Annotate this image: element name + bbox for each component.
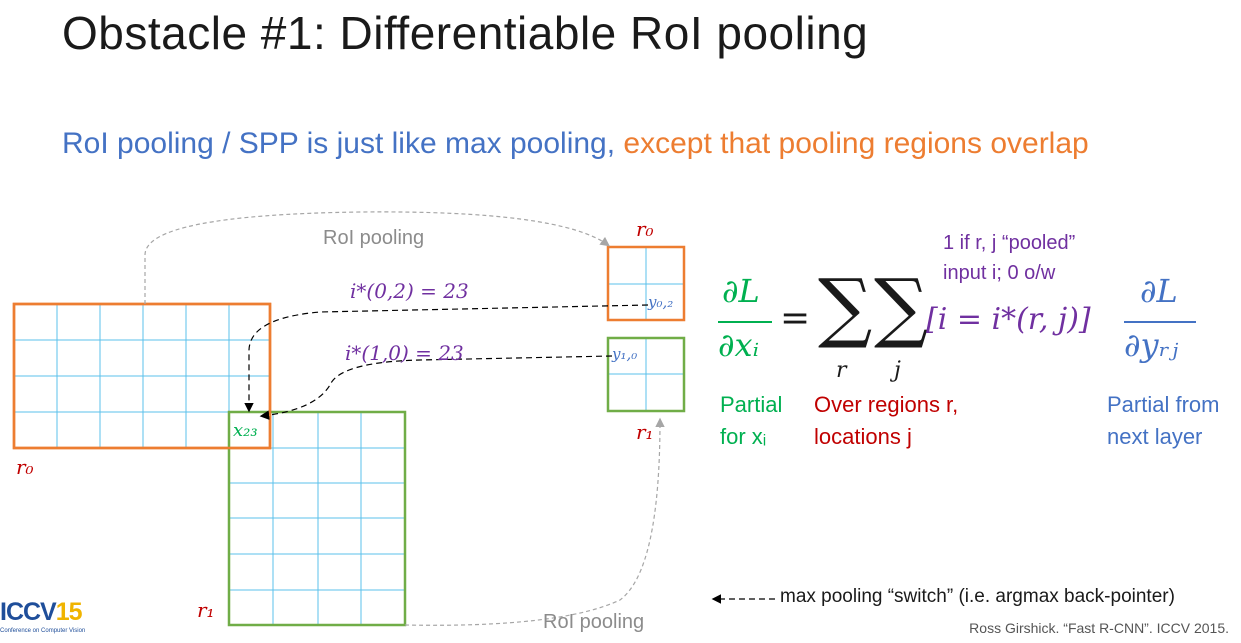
switch-arrow-10 <box>259 355 613 420</box>
logo-subtitle: Conference on Computer Vision <box>0 628 86 634</box>
lhs-numerator: ∂L <box>722 272 760 310</box>
switch-label-02: i*(0,2) = 23 <box>350 279 469 303</box>
caption-regions-line2: locations j <box>814 424 912 449</box>
switch-legend-text: max pooling “switch” (i.e. argmax back-p… <box>780 586 1175 607</box>
rhs-denominator: ∂yᵣⱼ <box>1124 326 1179 364</box>
rhs-numerator: ∂L <box>1140 272 1178 310</box>
r0-label-output: r₀ <box>636 217 654 241</box>
roi-pooling-label-bottom: RoI pooling <box>543 611 645 633</box>
sum-subscript-j: j <box>894 358 901 383</box>
r1-label-input: r₁ <box>197 598 215 622</box>
r0-label-input: r₀ <box>16 455 34 479</box>
caption-partial-line1: Partial <box>720 392 783 417</box>
citation: Ross Girshick. “Fast R-CNN”. ICCV 2015. <box>969 620 1229 636</box>
r1-label-output: r₁ <box>636 420 654 444</box>
logo-year: 15 <box>55 598 83 626</box>
equals-sign: = <box>780 298 811 339</box>
indicator-annotation-line1: 1 if r, j “pooled” <box>943 232 1076 254</box>
sum-r-symbol: ∑ <box>818 262 873 351</box>
y10-label: y₁,₀ <box>612 345 638 363</box>
indicator-annotation-line2: input i; 0 o/w <box>943 262 1056 284</box>
x23-label: x₂₃ <box>233 420 258 441</box>
caption-partial-line2: for xᵢ <box>720 424 767 449</box>
sum-j-symbol: ∑ <box>874 262 929 351</box>
roi-pooling-label-top: RoI pooling <box>323 227 425 249</box>
r0-input-grid <box>12 302 272 450</box>
iccv-logo: ICCV15 Conference on Computer Vision <box>0 598 85 643</box>
indicator-function: [i = i*(r, j)] <box>926 302 1091 337</box>
y02-label: y₀,₂ <box>648 293 674 311</box>
caption-regions-line1: Over regions r, <box>814 392 959 417</box>
switch-label-10: i*(1,0) = 23 <box>345 341 464 365</box>
sum-subscript-r: r <box>836 358 847 383</box>
logo-main: ICCV <box>0 598 57 626</box>
caption-next-line2: next layer <box>1107 424 1203 449</box>
caption-next-line1: Partial from <box>1107 392 1220 417</box>
roi-pooling-arrow-bottom <box>404 417 665 626</box>
lhs-denominator: ∂xᵢ <box>718 326 760 364</box>
